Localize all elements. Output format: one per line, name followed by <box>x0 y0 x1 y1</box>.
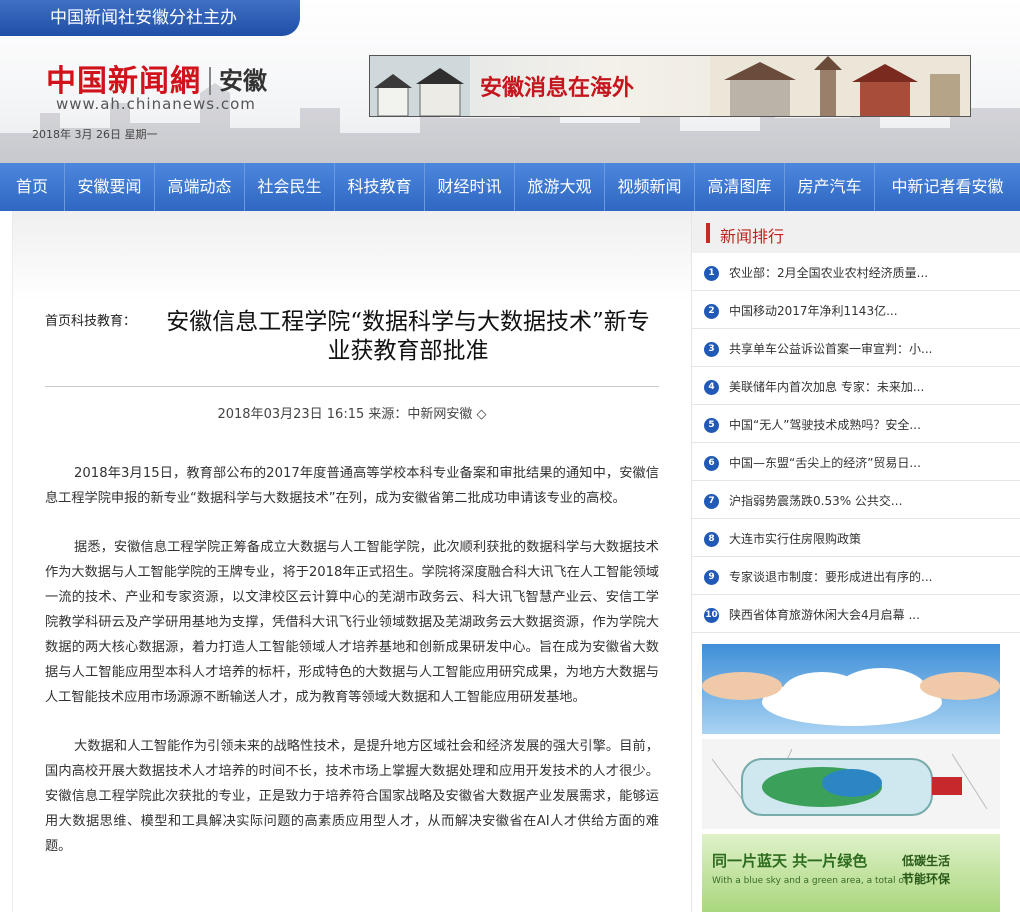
nav-sci-edu[interactable]: 科技教育 <box>335 163 425 211</box>
breadcrumb[interactable]: 首页科技教育： <box>45 310 136 329</box>
rank-item-text: 中国移动2017年净利1143亿... <box>729 304 898 318</box>
article-area: 首页科技教育： 安徽信息工程学院“数据科学与大数据技术”新专业获教育部批准 20… <box>12 211 691 912</box>
rank-item-text: 农业部：2月全国农业农村经济质量... <box>729 266 929 280</box>
rank-item-text: 共享单车公益诉讼首案一审宣判：小... <box>729 342 933 356</box>
rank-item[interactable]: 5 中国“无人”驾驶技术成熟吗？安全... <box>692 405 1020 443</box>
nav-reporters[interactable]: 中新记者看安徽 <box>875 163 1020 211</box>
article-title: 安徽信息工程学院“数据科学与大数据技术”新专业获教育部批准 <box>166 309 650 364</box>
rank-item[interactable]: 7 沪指弱势震荡跌0.53% 公共交... <box>692 481 1020 519</box>
rank-item-text: 专家谈退市制度：要形成进出有序的... <box>729 570 933 584</box>
logo-url: www.ah.chinanews.com <box>56 95 256 113</box>
rank-title: 新闻排行 <box>720 227 785 246</box>
ad-green-subtitle: With a blue sky and a green area, a tota… <box>712 876 908 886</box>
article-paragraph: 大数据和人工智能作为引领未来的战略性技术，是提升地方区域社会和经济发展的强大引擎… <box>45 739 659 854</box>
ad-green-slogan: 同一片蓝天 共一片绿色 <box>712 852 868 870</box>
article-paragraph: 据悉，安徽信息工程学院正筹备成立大数据与人工智能学院，此次顺利获批的数据科学与大… <box>45 540 659 705</box>
rank-number: 5 <box>704 418 719 433</box>
rank-item[interactable]: 10 陕西省体育旅游休闲大会4月启幕 ... <box>692 595 1020 633</box>
ad-clouds-hands[interactable] <box>702 644 1000 734</box>
clouds-hands-image <box>702 644 1000 734</box>
nav-society[interactable]: 社会民生 <box>245 163 335 211</box>
top-tab: 中国新闻社安徽分社主办 <box>0 0 300 36</box>
rank-item[interactable]: 2 中国移动2017年净利1143亿... <box>692 291 1020 329</box>
rank-number: 4 <box>704 380 719 395</box>
rank-item-text: 陕西省体育旅游休闲大会4月启幕 ... <box>729 608 920 622</box>
rank-list: 1 农业部：2月全国农业农村经济质量... 2 中国移动2017年净利1143亿..… <box>692 253 1020 633</box>
rank-item[interactable]: 8 大连市实行住房限购政策 <box>692 519 1020 557</box>
logo-divider <box>209 67 211 95</box>
ad-bottle-earth[interactable] <box>702 739 1000 829</box>
nav-home[interactable]: 首页 <box>0 163 65 211</box>
nav-gallery[interactable]: 高清图库 <box>695 163 785 211</box>
nav-high-level[interactable]: 高端动态 <box>155 163 245 211</box>
banner-text: 安徽消息在海外 <box>480 76 635 101</box>
rank-item[interactable]: 6 中国—东盟“舌尖上的经济”贸易日... <box>692 443 1020 481</box>
rank-number: 1 <box>704 266 719 281</box>
rank-item[interactable]: 9 专家谈退市制度：要形成进出有序的... <box>692 557 1020 595</box>
rank-item[interactable]: 1 农业部：2月全国农业农村经济质量... <box>692 253 1020 291</box>
nav-realestate-auto[interactable]: 房产汽车 <box>785 163 875 211</box>
rank-item-text: 中国—东盟“舌尖上的经济”贸易日... <box>729 456 921 470</box>
ad-green-side-1: 低碳生活 <box>902 854 951 868</box>
rank-item[interactable]: 4 美联储年内首次加息 专家：未来加... <box>692 367 1020 405</box>
rank-item-text: 中国“无人”驾驶技术成熟吗？安全... <box>729 418 921 432</box>
nav-anhui-news[interactable]: 安徽要闻 <box>65 163 155 211</box>
bottle-earth-image <box>702 739 1000 829</box>
article-shade <box>13 211 691 301</box>
temple-scene-image <box>710 56 970 116</box>
ad-green-side-2: 节能环保 <box>902 872 951 886</box>
logo-region: 安徽 <box>219 67 267 95</box>
rank-number: 7 <box>704 494 719 509</box>
header-banner[interactable]: 安徽消息在海外 <box>369 55 971 117</box>
rank-number: 3 <box>704 342 719 357</box>
rank-item-text: 美联储年内首次加息 专家：未来加... <box>729 380 925 394</box>
current-date: 2018年 3月 26日 星期一 <box>32 128 158 141</box>
article-paragraph: 2018年3月15日，教育部公布的2017年度普通高等学校本科专业备案和审批结果… <box>45 466 659 506</box>
rank-number: 8 <box>704 532 719 547</box>
rank-number: 9 <box>704 570 719 585</box>
site-header: 中国新闻社安徽分社主办 中国新闻網 安徽 www.ah.chinanews.com… <box>0 0 1020 163</box>
rank-item[interactable]: 3 共享单车公益诉讼首案一审宣判：小... <box>692 329 1020 367</box>
ad-green-life[interactable]: 同一片蓝天 共一片绿色 With a blue sky and a green … <box>702 834 1000 912</box>
nav-finance[interactable]: 财经时讯 <box>425 163 515 211</box>
village-scene-image <box>370 56 470 116</box>
rank-number: 10 <box>704 608 719 623</box>
rank-header-bar <box>706 223 710 243</box>
site-logo[interactable]: 中国新闻網 安徽 <box>46 56 267 100</box>
rank-header: 新闻排行 <box>692 211 1020 255</box>
rank-number: 2 <box>704 304 719 319</box>
sidebar: 新闻排行 1 农业部：2月全国农业农村经济质量... 2 中国移动2017年净利11… <box>691 211 1020 912</box>
article-body: 2018年3月15日，教育部公布的2017年度普通高等学校本科专业备案和审批结果… <box>45 461 659 883</box>
rank-item-text: 大连市实行住房限购政策 <box>729 532 862 546</box>
main-nav: 首页 安徽要闻 高端动态 社会民生 科技教育 财经时讯 旅游大观 视频新闻 高清… <box>0 163 1020 211</box>
article-meta: 2018年03月23日 16:15 来源：中新网安徽 ◇ <box>217 407 487 422</box>
logo-brand: 中国新闻網 <box>46 64 201 99</box>
title-divider <box>45 386 659 387</box>
nav-video[interactable]: 视频新闻 <box>605 163 695 211</box>
rank-number: 6 <box>704 456 719 471</box>
rank-item-text: 沪指弱势震荡跌0.53% 公共交... <box>729 494 903 508</box>
nav-travel[interactable]: 旅游大观 <box>515 163 605 211</box>
